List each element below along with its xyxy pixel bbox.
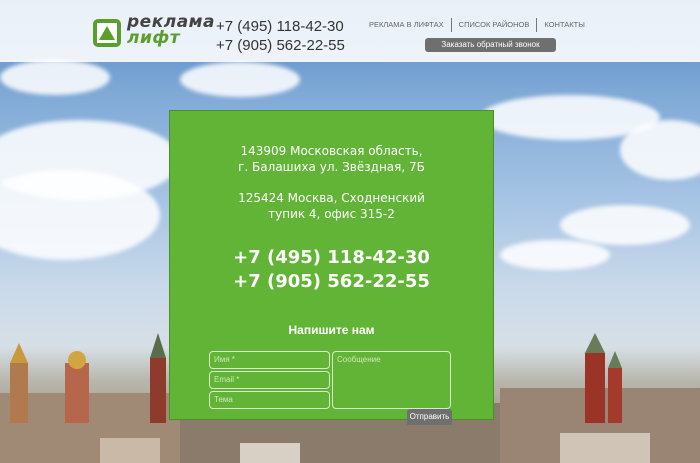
address-2: 125424 Москва, Сходненский тупик 4, офис… [170, 190, 493, 222]
nav-item-districts[interactable]: СПИСОК РАЙОНОВ [452, 18, 538, 32]
callback-button[interactable]: Заказать обратный звонок [425, 38, 556, 52]
message-field[interactable]: Сообщение [332, 351, 451, 409]
logo-icon[interactable] [92, 18, 122, 48]
header-phones: +7 (495) 118-42-30 +7 (905) 562-22-55 [216, 17, 345, 55]
nav-item-contacts[interactable]: КОНТАКТЫ [537, 18, 591, 32]
logo-line2: лифт [127, 28, 181, 48]
nav-item-ads-in-elevators[interactable]: РЕКЛАМА В ЛИФТАХ [362, 18, 452, 32]
name-field[interactable]: Имя * [209, 351, 330, 369]
email-field[interactable]: Email * [209, 371, 330, 389]
header-phone-2[interactable]: +7 (905) 562-22-55 [216, 36, 345, 55]
address-1: 143909 Московская область, г. Балашиха у… [170, 143, 493, 175]
address-1-line2: г. Балашиха ул. Звёздная, 7Б [238, 160, 425, 174]
main-nav: РЕКЛАМА В ЛИФТАХ СПИСОК РАЙОНОВ КОНТАКТЫ [362, 18, 592, 32]
send-button[interactable]: Отправить [407, 409, 452, 425]
contact-panel: 143909 Московская область, г. Балашиха у… [169, 110, 494, 425]
header-phone-1[interactable]: +7 (495) 118-42-30 [216, 17, 345, 36]
subject-field[interactable]: Тема [209, 391, 330, 409]
form-title: Напишите нам [288, 323, 375, 337]
site-header: реклама лифт +7 (495) 118-42-30 +7 (905)… [0, 0, 700, 62]
address-2-line2: тупик 4, офис 315-2 [268, 207, 395, 221]
address-1-line1: 143909 Московская область, [240, 144, 423, 158]
address-2-line1: 125424 Москва, Сходненский [238, 191, 425, 205]
contact-phone-2[interactable]: +7 (905) 562-22-55 [170, 271, 493, 293]
contact-phone-1[interactable]: +7 (495) 118-42-30 [170, 247, 493, 269]
logo-text[interactable]: реклама лифт [127, 14, 215, 48]
